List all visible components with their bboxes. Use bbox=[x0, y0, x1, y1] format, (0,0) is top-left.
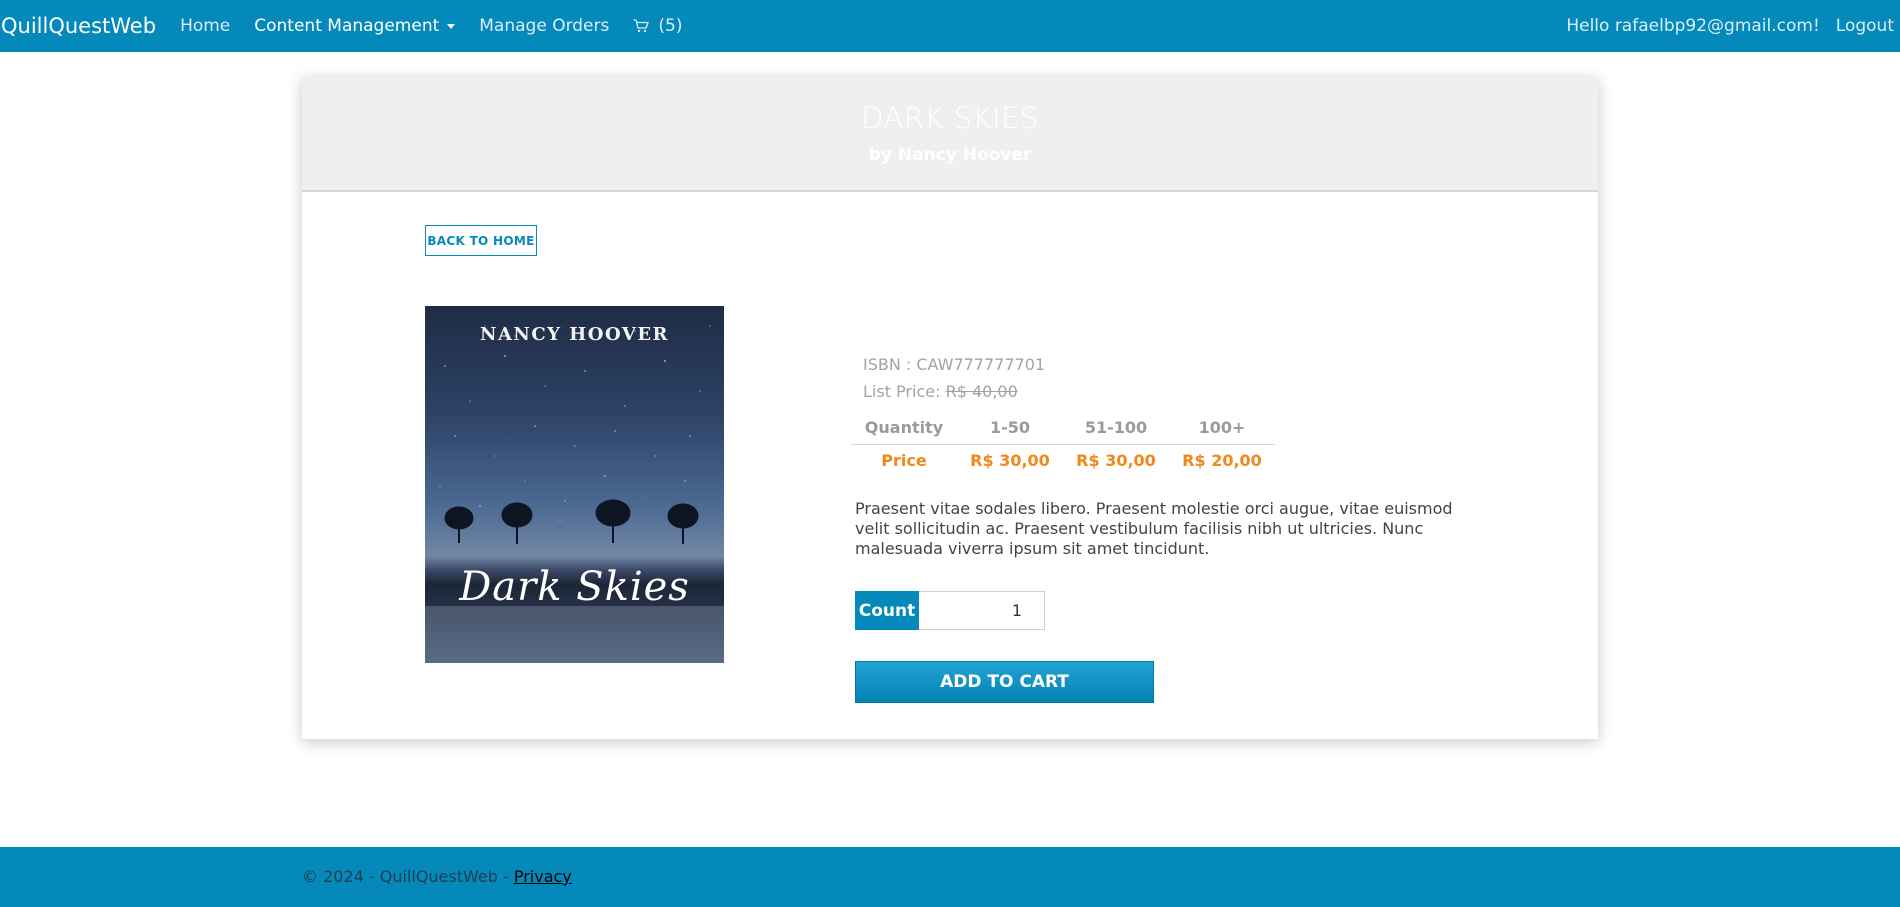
privacy-link[interactable]: Privacy bbox=[514, 867, 572, 886]
count-input-group: Count bbox=[855, 591, 1045, 630]
nav-home-link[interactable]: Home bbox=[180, 16, 230, 36]
nav-content-management-label: Content Management bbox=[254, 16, 440, 36]
tier-range: 100+ bbox=[1169, 411, 1275, 445]
book-title: DARK SKIES bbox=[861, 101, 1039, 135]
price-row: Price R$ 30,00 R$ 30,00 R$ 20,00 bbox=[851, 444, 1275, 477]
book-description: Praesent vitae sodales libero. Praesent … bbox=[855, 499, 1453, 558]
count-input[interactable] bbox=[919, 591, 1045, 630]
list-price-label: List Price: bbox=[863, 382, 941, 401]
page-footer: © 2024 - QuillQuestWeb - Privacy bbox=[0, 847, 1900, 907]
cover-title-text: Dark Skies bbox=[459, 564, 690, 610]
nav-manage-orders-link[interactable]: Manage Orders bbox=[479, 16, 609, 36]
nav-cart-link[interactable]: (5) bbox=[633, 16, 682, 36]
footer-text: © 2024 - QuillQuestWeb - Privacy bbox=[302, 867, 572, 886]
quantity-header: Quantity bbox=[851, 411, 957, 445]
list-price: List Price: R$ 40,00 bbox=[863, 382, 1018, 401]
tier-price: R$ 20,00 bbox=[1182, 451, 1262, 471]
logout-link[interactable]: Logout bbox=[1836, 16, 1894, 36]
nav-content-management-dropdown[interactable]: Content Management bbox=[254, 16, 456, 36]
quantity-row: Quantity 1-50 51-100 100+ bbox=[851, 411, 1275, 445]
user-greeting-link[interactable]: Hello rafaelbp92@gmail.com! bbox=[1566, 16, 1819, 36]
cart-count: (5) bbox=[658, 16, 683, 36]
price-tier-table: Quantity 1-50 51-100 100+ Price R$ 30,00… bbox=[851, 411, 1275, 477]
add-to-cart-button[interactable]: ADD TO CART bbox=[855, 661, 1154, 703]
price-header: Price bbox=[881, 451, 927, 471]
tier-range: 51-100 bbox=[1063, 411, 1169, 445]
tier-price: R$ 30,00 bbox=[1076, 451, 1156, 471]
copyright-text: © 2024 - QuillQuestWeb - bbox=[302, 867, 514, 886]
list-price-value: R$ 40,00 bbox=[945, 382, 1018, 401]
back-to-home-button[interactable]: BACK TO HOME bbox=[425, 225, 537, 256]
book-cover-image: NANCY HOOVER Dark Skies bbox=[425, 306, 724, 663]
brand-link[interactable]: QuillQuestWeb bbox=[1, 14, 156, 38]
top-navbar: QuillQuestWeb Home Content Management Ma… bbox=[0, 0, 1900, 52]
book-isbn: ISBN : CAW777777701 bbox=[863, 355, 1046, 374]
cover-author-text: NANCY HOOVER bbox=[479, 324, 669, 345]
tier-price: R$ 30,00 bbox=[970, 451, 1050, 471]
tier-range: 1-50 bbox=[957, 411, 1063, 445]
caret-down-icon bbox=[447, 23, 456, 29]
product-details-card: DARK SKIES by Nancy Hoover BACK TO HOME bbox=[302, 77, 1598, 739]
cart-icon bbox=[633, 19, 650, 33]
card-header: DARK SKIES by Nancy Hoover bbox=[302, 77, 1598, 192]
book-author: by Nancy Hoover bbox=[868, 145, 1032, 165]
count-label: Count bbox=[855, 591, 919, 630]
nav-right-group: Hello rafaelbp92@gmail.com! Logout bbox=[1550, 16, 1900, 36]
